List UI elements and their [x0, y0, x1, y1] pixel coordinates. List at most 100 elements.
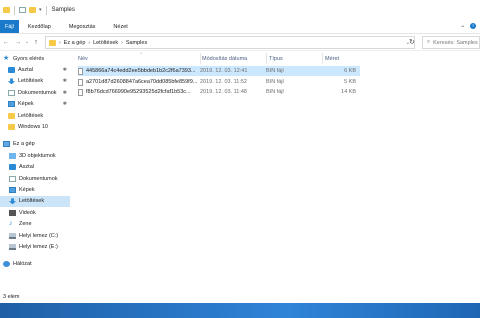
tab-home[interactable]: Kezdőlap — [19, 20, 60, 33]
breadcrumb-this-pc[interactable]: Ez a gép — [64, 40, 86, 46]
sidebar-item-3d-objects[interactable]: 3D objektumok — [0, 150, 70, 161]
chevron-right-icon[interactable]: › — [121, 40, 123, 46]
ribbon-tabs: Fájl Kezdőlap Megosztás Nézet — [0, 20, 480, 34]
chevron-right-icon[interactable]: › — [88, 40, 90, 46]
file-size: 14 KB — [341, 89, 356, 95]
sidebar-item-label: Dokumentumok — [18, 89, 57, 96]
sidebar-item-label: Gyors elérés — [13, 55, 45, 62]
sidebar-item-label: Letöltések — [18, 112, 44, 119]
folder-icon — [3, 7, 10, 13]
tab-file[interactable]: Fájl — [0, 20, 19, 33]
search-placeholder: Keresés: Samples — [433, 39, 478, 46]
videos-icon — [9, 209, 16, 216]
search-icon: ⌕ — [427, 39, 431, 45]
sidebar-item-label: 3D objektumok — [19, 152, 56, 159]
sidebar-item-videos[interactable]: Videók — [0, 207, 70, 218]
file-size: 6 KB — [344, 68, 356, 74]
desktop-icon — [9, 164, 16, 171]
file-name: a2701d87d2608847a6cea70dd085bfe859f9... — [86, 79, 198, 85]
column-header-name[interactable]: Név ^ — [78, 51, 196, 64]
sidebar-item-label: Dokumentumok — [19, 175, 58, 182]
file-date: 2019. 12. 03. 12:41 — [200, 68, 248, 74]
sidebar-item-downloads-folder[interactable]: Letöltések — [0, 110, 70, 121]
file-icon — [78, 78, 83, 86]
folder-icon — [8, 124, 15, 131]
documents-icon — [9, 175, 16, 182]
search-input[interactable]: ⌕ Keresés: Samples — [422, 36, 480, 49]
pin-icon: ✱ — [62, 78, 67, 85]
file-size: 5 KB — [344, 79, 356, 85]
new-folder-icon[interactable] — [29, 7, 36, 13]
sidebar-item-this-pc[interactable]: Ez a gép — [0, 139, 70, 150]
drive-icon — [9, 232, 16, 239]
sidebar-item-downloads-pc[interactable]: Letöltések — [0, 195, 70, 208]
pin-icon: ✱ — [62, 101, 67, 108]
sidebar-item-desktop-pc[interactable]: Asztal — [0, 162, 70, 173]
column-header-date[interactable]: Módosítás dátuma — [200, 53, 268, 64]
sidebar-item-label: Letöltések — [18, 78, 44, 85]
column-header-type[interactable]: Típus — [266, 53, 322, 64]
customize-toolbar-icon[interactable]: ▾ — [39, 7, 42, 13]
sidebar-item-pictures[interactable]: Képek ✱ — [0, 99, 70, 110]
file-row[interactable]: 445866a74c4edd2ee5bbdeb1b2c2f6a7393... 2… — [78, 66, 360, 76]
folder-icon — [49, 39, 56, 46]
tab-view[interactable]: Nézet — [104, 20, 136, 33]
file-date: 2019. 12. 03. 11:52 — [200, 79, 247, 85]
breadcrumb-samples[interactable]: Samples — [126, 40, 147, 46]
forward-arrow-icon[interactable]: → — [12, 39, 24, 46]
sidebar-item-label: Videók — [19, 209, 36, 216]
folder-icon — [8, 112, 15, 119]
column-label: Típus — [269, 55, 283, 62]
sidebar-item-drive-c[interactable]: Helyi lemez (C:) — [0, 230, 70, 241]
pin-icon: ✱ — [62, 67, 67, 74]
help-icon[interactable]: ? — [470, 23, 476, 29]
sidebar-item-quick-access[interactable]: ★ Gyors elérés — [0, 53, 70, 64]
sidebar-item-label: Helyi lemez (E:) — [19, 243, 58, 250]
properties-icon[interactable] — [19, 7, 26, 13]
column-label: Név — [78, 55, 88, 62]
sort-up-icon: ^ — [140, 51, 142, 56]
sidebar-item-label: Képek — [19, 186, 35, 193]
sidebar-item-network[interactable]: Hálózat — [0, 259, 70, 270]
file-row[interactable]: f8b76dcd766990e95293525d2fcfaf1b53c... 2… — [78, 87, 360, 97]
sidebar-item-desktop[interactable]: Asztal ✱ — [0, 64, 70, 75]
tab-share[interactable]: Megosztás — [60, 20, 105, 33]
column-header-size[interactable]: Méret — [322, 53, 360, 64]
sidebar-item-drive-e[interactable]: Helyi lemez (E:) — [0, 241, 70, 252]
star-icon: ★ — [3, 55, 10, 63]
file-type: BIN fájl — [266, 79, 284, 85]
sidebar-item-label: Zene — [19, 221, 32, 228]
chevron-down-icon[interactable]: ⌄ — [460, 23, 465, 29]
back-arrow-icon[interactable]: ← — [0, 39, 12, 46]
file-name-cell: a2701d87d2608847a6cea70dd085bfe859f9... — [78, 78, 200, 86]
download-icon — [9, 198, 16, 205]
desktop-icon — [8, 67, 15, 74]
column-label: Módosítás dátuma — [202, 55, 248, 62]
sidebar-item-label: Letöltések — [19, 198, 45, 205]
sidebar-item-documents[interactable]: Dokumentumok ✱ — [0, 87, 70, 98]
sidebar-item-music[interactable]: ♪ Zene — [0, 218, 70, 229]
music-icon: ♪ — [9, 220, 13, 228]
sidebar-item-label: Helyi lemez (C:) — [19, 232, 59, 239]
sidebar-item-label: Ez a gép — [13, 141, 35, 148]
chevron-right-icon[interactable]: › — [59, 40, 61, 46]
file-name-cell: f8b76dcd766990e95293525d2fcfaf1b53c... — [78, 88, 200, 96]
documents-icon — [8, 89, 15, 96]
address-bar[interactable]: › Ez a gép › Letöltések › Samples ⌄ — [45, 36, 415, 49]
file-name: f8b76dcd766990e95293525d2fcfaf1b53c... — [86, 89, 191, 95]
sidebar-item-windows10[interactable]: Windows 10 — [0, 121, 70, 132]
up-arrow-icon[interactable]: ↑ — [30, 39, 42, 46]
navigation-pane: ★ Gyors elérés Asztal ✱ Letöltések ✱ Dok… — [0, 53, 70, 290]
sidebar-item-pictures-pc[interactable]: Képek — [0, 184, 70, 195]
window-title: Samples — [51, 7, 75, 13]
sidebar-item-label: Asztal — [19, 164, 34, 171]
computer-icon — [3, 141, 10, 148]
title-bar: ▾ Samples — [0, 0, 480, 20]
sidebar-item-documents-pc[interactable]: Dokumentumok — [0, 173, 70, 184]
file-row[interactable]: a2701d87d2608847a6cea70dd085bfe859f9... … — [78, 77, 360, 87]
refresh-icon[interactable]: ↻ — [409, 38, 415, 46]
quick-access-toolbar: ▾ — [0, 5, 48, 15]
breadcrumb-downloads[interactable]: Letöltések — [93, 40, 118, 46]
ribbon-controls: ⌄ ? — [460, 22, 476, 29]
sidebar-item-downloads[interactable]: Letöltések ✱ — [0, 76, 70, 87]
